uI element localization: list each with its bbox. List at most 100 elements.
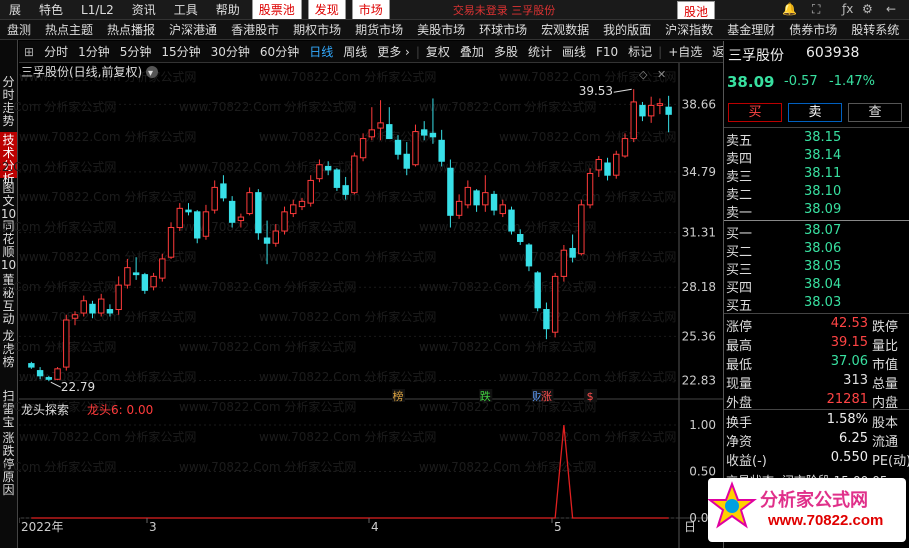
- close-icon[interactable]: ✕: [657, 68, 666, 81]
- toolbar-item[interactable]: 15分钟: [156, 43, 205, 60]
- candle[interactable]: [333, 168, 341, 191]
- candle[interactable]: [246, 187, 253, 216]
- candle[interactable]: [167, 222, 175, 259]
- nav-item[interactable]: 香港股市: [224, 21, 286, 38]
- candle[interactable]: [324, 161, 332, 176]
- toolbar-grid-icon[interactable]: ⊞: [19, 45, 39, 59]
- sidebar-tab[interactable]: 技术分析: [0, 132, 17, 186]
- sidebar-tab[interactable]: 董秘互动: [0, 272, 17, 326]
- ask-row[interactable]: 卖二 38.10: [724, 183, 909, 203]
- candle[interactable]: [586, 168, 594, 209]
- nav-item[interactable]: 基金理财: [720, 21, 782, 38]
- event-marker[interactable]: 榜: [393, 389, 404, 403]
- nav-item[interactable]: 我的版面: [596, 21, 658, 38]
- candle[interactable]: [490, 190, 498, 216]
- candle[interactable]: [377, 100, 384, 141]
- toolbar-item[interactable]: 1分钟: [73, 43, 115, 60]
- candle[interactable]: [613, 150, 620, 179]
- indicator-name[interactable]: 龙头探索: [21, 403, 69, 417]
- nav-item[interactable]: 环球市场: [472, 21, 534, 38]
- top-menu-item[interactable]: 展: [0, 1, 30, 18]
- candle[interactable]: [455, 194, 463, 219]
- candle[interactable]: [71, 311, 79, 326]
- candle[interactable]: [36, 367, 44, 380]
- event-marker[interactable]: 涨: [541, 390, 552, 403]
- candle[interactable]: [482, 175, 489, 212]
- nav-item[interactable]: 期货市场: [348, 21, 410, 38]
- candle[interactable]: [97, 293, 105, 317]
- candle[interactable]: [80, 295, 87, 317]
- candle[interactable]: [89, 300, 96, 319]
- toolbar-item[interactable]: +自选: [663, 43, 707, 60]
- sell-button[interactable]: 卖: [788, 103, 842, 122]
- candle[interactable]: [464, 180, 472, 209]
- bid-row[interactable]: 买五 38.03: [724, 294, 909, 314]
- candle[interactable]: [473, 189, 480, 212]
- bell-icon[interactable]: 🔔: [782, 2, 797, 16]
- sidebar-tab[interactable]: 分时走势: [0, 74, 17, 132]
- toolbar-item[interactable]: 标记: [623, 43, 657, 60]
- candle[interactable]: [307, 175, 314, 207]
- sidebar-tab[interactable]: 扫雷宝: [0, 388, 17, 429]
- settings-icon[interactable]: ⚙: [862, 2, 873, 16]
- nav-item[interactable]: 债券市场: [782, 21, 844, 38]
- kline-chart-svg[interactable]: 38.66 34.79 31.31 28.18 25.36 22.83 三孚股份(日线,前复…: [19, 63, 723, 548]
- nav-item[interactable]: 盘测: [0, 21, 38, 38]
- candle[interactable]: [228, 196, 236, 228]
- candle[interactable]: [124, 258, 131, 289]
- toolbar-item[interactable]: 统计: [523, 43, 557, 60]
- nav-item[interactable]: 美股市场: [410, 21, 472, 38]
- buy-button[interactable]: 买: [728, 103, 782, 122]
- chevron-down-icon[interactable]: ▾: [148, 68, 153, 79]
- candle[interactable]: [106, 304, 114, 317]
- toolbar-item[interactable]: 更多 ›: [372, 43, 415, 60]
- candle[interactable]: [63, 314, 70, 371]
- candle[interactable]: [508, 206, 515, 235]
- candle[interactable]: [394, 135, 402, 160]
- candle[interactable]: [543, 302, 550, 340]
- bid-row[interactable]: 买四 38.04: [724, 276, 909, 296]
- candle[interactable]: [54, 367, 61, 381]
- candle[interactable]: [342, 176, 349, 200]
- candle[interactable]: [420, 121, 428, 141]
- top-menu-item[interactable]: L1/L2: [72, 3, 123, 17]
- top-menu-item[interactable]: 帮助: [207, 1, 249, 18]
- candle[interactable]: [150, 272, 157, 291]
- stock-pool-button[interactable]: 股票池: [251, 0, 302, 19]
- candle[interactable]: [386, 107, 393, 140]
- toolbar-item[interactable]: 返回: [707, 43, 723, 60]
- candle[interactable]: [194, 210, 201, 244]
- check-button[interactable]: 查: [848, 103, 902, 122]
- sidebar-tab[interactable]: 涨跌停原因: [0, 430, 17, 520]
- sidebar-tab[interactable]: 同花顺10: [0, 218, 17, 272]
- candle[interactable]: [272, 224, 280, 247]
- top-menu-item[interactable]: 资讯: [123, 1, 165, 18]
- candle[interactable]: [255, 189, 262, 240]
- candle[interactable]: [578, 199, 585, 256]
- candle[interactable]: [665, 95, 672, 133]
- candle[interactable]: [202, 204, 210, 240]
- toolbar-item[interactable]: 30分钟: [206, 43, 255, 60]
- candle[interactable]: [359, 133, 367, 162]
- sidebar-tab[interactable]: 龙虎榜: [0, 328, 17, 386]
- nav-item[interactable]: 沪深港通: [162, 21, 224, 38]
- candle[interactable]: [604, 157, 611, 181]
- candle[interactable]: [534, 271, 541, 312]
- toolbar-item[interactable]: 周线: [338, 43, 372, 60]
- candle[interactable]: [656, 98, 664, 115]
- candle[interactable]: [263, 220, 271, 265]
- toolbar-item[interactable]: F10: [591, 45, 623, 59]
- fx-icon[interactable]: ƒx: [842, 2, 853, 16]
- candle[interactable]: [115, 276, 122, 315]
- candle[interactable]: [176, 203, 183, 232]
- diamond-icon[interactable]: ◇: [639, 68, 648, 81]
- toolbar-item[interactable]: 5分钟: [115, 43, 157, 60]
- nav-item[interactable]: 宏观数据: [534, 21, 596, 38]
- candle[interactable]: [551, 272, 559, 338]
- candle[interactable]: [185, 203, 192, 216]
- candle[interactable]: [525, 243, 533, 272]
- nav-item[interactable]: 沪深指数: [658, 21, 720, 38]
- candle[interactable]: [132, 257, 140, 280]
- bid-row[interactable]: 买三 38.05: [724, 258, 909, 278]
- nav-item[interactable]: 期权市场: [286, 21, 348, 38]
